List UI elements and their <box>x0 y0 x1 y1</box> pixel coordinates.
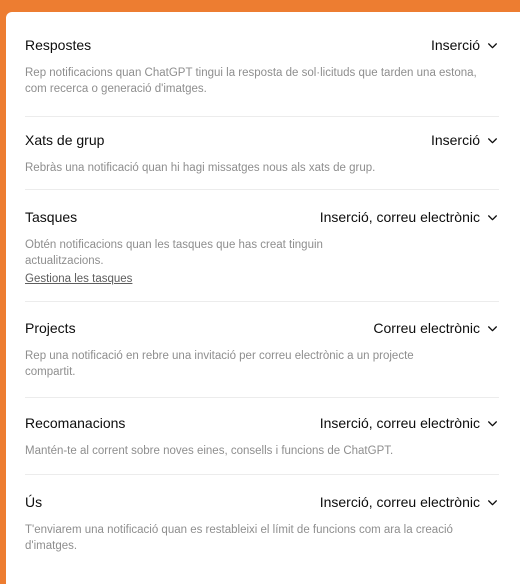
section-tasks: Tasques Inserció, correu electrònic Obté… <box>25 206 499 287</box>
section-header: Projects Correu electrònic <box>25 317 499 339</box>
section-header: Xats de grup Inserció <box>25 129 499 151</box>
divider <box>25 474 499 475</box>
section-description: Obtén notificacions quan les tasques que… <box>25 239 323 267</box>
section-title: Ús <box>25 494 43 510</box>
dropdown-value: Correu electrònic <box>373 320 480 336</box>
chevron-down-icon <box>488 214 497 220</box>
section-title: Respostes <box>25 37 92 53</box>
notification-mode-dropdown[interactable]: Correu electrònic <box>373 320 499 336</box>
section-title: Projects <box>25 320 76 336</box>
section-title: Tasques <box>25 209 78 225</box>
dropdown-value: Inserció <box>430 132 480 148</box>
section-header: Tasques Inserció, correu electrònic <box>25 206 499 228</box>
section-description: Rebràs una notificació quan hi hagi miss… <box>25 162 376 174</box>
notification-mode-dropdown[interactable]: Inserció, correu electrònic <box>320 209 499 225</box>
chevron-down-icon <box>488 499 497 505</box>
notifications-panel: Respostes Inserció Rep notificacions qua… <box>6 12 520 584</box>
manage-tasks-link[interactable]: Gestiona les tasques <box>25 271 132 287</box>
section-description: Rep una notificació en rebre una invitac… <box>25 350 414 378</box>
notification-mode-dropdown[interactable]: Inserció <box>431 132 499 148</box>
section-usage: Ús Inserció, correu electrònic T'enviare… <box>25 491 499 554</box>
dropdown-value: Inserció, correu electrònic <box>319 415 480 431</box>
dropdown-value: Inserció <box>430 37 480 53</box>
notification-mode-dropdown[interactable]: Inserció, correu electrònic <box>320 494 499 510</box>
section-projects: Projects Correu electrònic Rep una notif… <box>25 317 499 380</box>
section-responses: Respostes Inserció Rep notificacions qua… <box>25 34 499 97</box>
section-recommendations: Recomanacions Inserció, correu electròni… <box>25 412 499 459</box>
notification-mode-dropdown[interactable]: Inserció <box>431 37 499 53</box>
chevron-down-icon <box>488 42 497 48</box>
dropdown-value: Inserció, correu electrònic <box>319 209 480 225</box>
dropdown-value: Inserció, correu electrònic <box>319 494 480 510</box>
chevron-down-icon <box>488 420 497 426</box>
section-title: Xats de grup <box>25 132 105 148</box>
divider <box>25 397 499 398</box>
notification-mode-dropdown[interactable]: Inserció, correu electrònic <box>320 415 499 431</box>
section-header: Recomanacions Inserció, correu electròni… <box>25 412 499 434</box>
divider <box>25 189 499 190</box>
section-title: Recomanacions <box>25 415 126 431</box>
chevron-down-icon <box>488 325 497 331</box>
section-description: T'enviarem una notificació quan es resta… <box>25 524 453 552</box>
section-header: Respostes Inserció <box>25 34 499 56</box>
section-description: Rep notificacions quan ChatGPT tingui la… <box>25 67 477 95</box>
divider <box>25 301 499 302</box>
section-header: Ús Inserció, correu electrònic <box>25 491 499 513</box>
divider <box>25 116 499 117</box>
chevron-down-icon <box>488 137 497 143</box>
section-description: Mantén-te al corrent sobre noves eines, … <box>25 445 394 457</box>
section-group-chats: Xats de grup Inserció Rebràs una notific… <box>25 129 499 176</box>
